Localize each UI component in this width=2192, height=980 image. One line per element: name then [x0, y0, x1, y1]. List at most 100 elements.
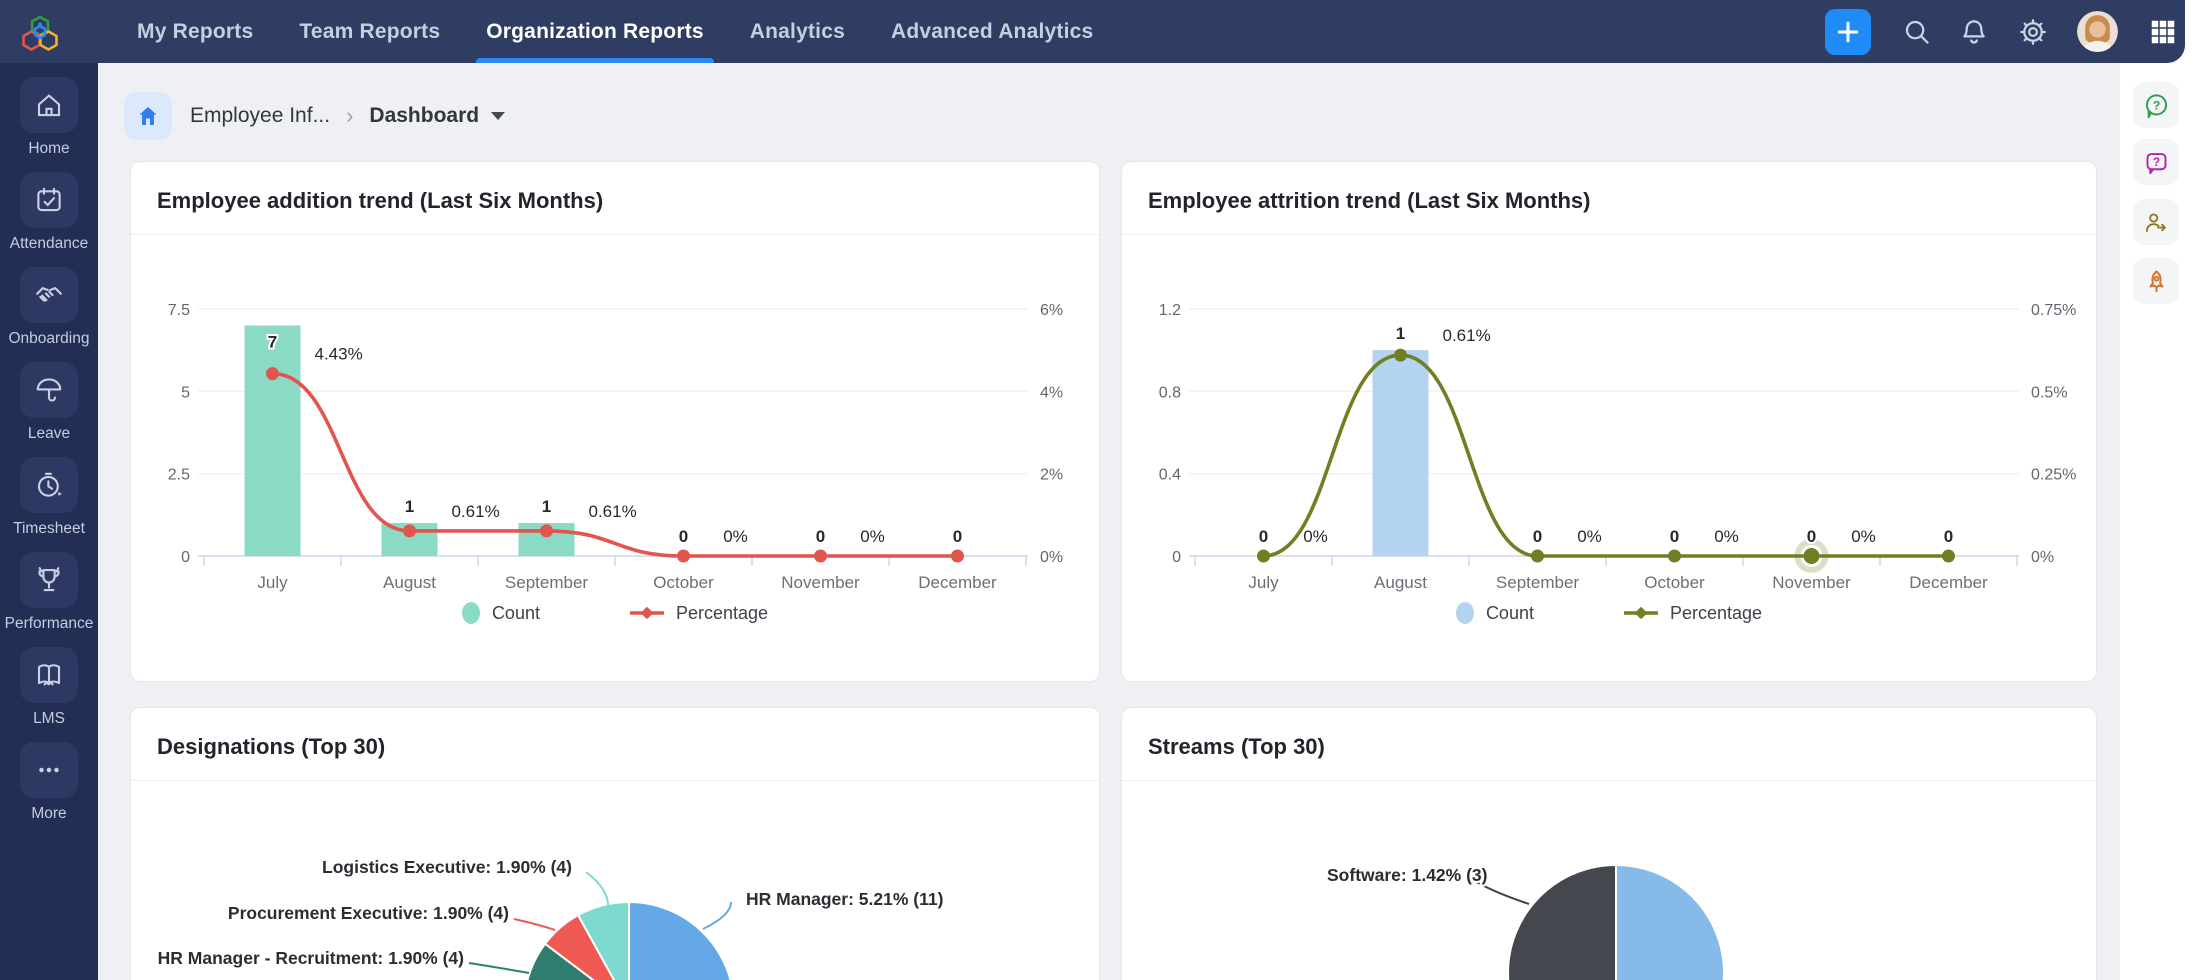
svg-text:4.43%: 4.43% — [315, 345, 363, 364]
app-window: ?? My Reports Team Reports Organization Re… — [0, 0, 2192, 980]
streams-pie-chart: Software: 1.42% (3) — [1137, 788, 2077, 980]
nav-tab-my-reports[interactable]: My Reports — [137, 0, 253, 63]
breadcrumb-module[interactable]: Employee Inf... — [190, 104, 330, 128]
svg-text:0%: 0% — [1851, 527, 1876, 546]
sidebar-tile-lms[interactable] — [20, 647, 78, 703]
sidebar-tile-home[interactable] — [20, 77, 78, 133]
svg-text:August: August — [1374, 573, 1427, 592]
svg-text:0%: 0% — [860, 527, 885, 546]
legend-label: Count — [1486, 603, 1534, 624]
sidebar-label: Home — [28, 140, 69, 158]
help-chat-question-icon: ? — [2143, 92, 2170, 119]
sidebar-item-lms: LMS — [0, 647, 98, 728]
svg-text:0%: 0% — [2031, 549, 2054, 566]
svg-text:0.61%: 0.61% — [452, 502, 500, 521]
legend-item-percentage[interactable]: Percentage — [1624, 602, 1762, 624]
sidebar-tile-onboarding[interactable] — [20, 267, 78, 323]
breadcrumb: Employee Inf... › Dashboard — [124, 92, 505, 140]
svg-text:0: 0 — [1944, 527, 1953, 546]
add-button[interactable] — [1825, 9, 1871, 55]
faq-bubble-question-icon: ? — [2143, 149, 2170, 176]
sidebar-item-home: Home — [0, 77, 98, 158]
legend-line-diamond-icon — [630, 605, 664, 621]
legend-item-count[interactable]: Count — [462, 602, 540, 624]
svg-text:November: November — [781, 573, 860, 592]
svg-text:?: ? — [2152, 154, 2159, 168]
legend-item-count[interactable]: Count — [1456, 602, 1534, 624]
nav-tab-analytics[interactable]: Analytics — [750, 0, 845, 63]
svg-text:July: July — [1248, 573, 1279, 592]
addition-trend-card: Employee addition trend (Last Six Months… — [130, 161, 1100, 682]
onboarding-handshake-icon — [34, 280, 64, 310]
nav-tab-advanced-analytics[interactable]: Advanced Analytics — [891, 0, 1093, 63]
svg-text:0%: 0% — [1714, 527, 1739, 546]
svg-text:0.25%: 0.25% — [2031, 467, 2076, 484]
sidebar-tile-more[interactable] — [20, 742, 78, 798]
svg-text:0%: 0% — [1040, 549, 1063, 566]
legend-label: Count — [492, 603, 540, 624]
legend-swatch-icon — [1456, 602, 1474, 624]
svg-text:HR Manager: 5.21% (11): HR Manager: 5.21% (11) — [746, 889, 943, 909]
user-share-icon — [2143, 209, 2170, 236]
sidebar-item-leave: Leave — [0, 362, 98, 443]
svg-text:0%: 0% — [723, 527, 748, 546]
sidebar-tile-performance[interactable] — [20, 552, 78, 608]
user-avatar[interactable] — [2077, 11, 2118, 52]
svg-text:Procurement Executive: 1.90% (: Procurement Executive: 1.90% (4) — [228, 903, 509, 923]
attrition-trend-card: Employee attrition trend (Last Six Month… — [1121, 161, 2097, 682]
nav-tab-team-reports[interactable]: Team Reports — [299, 0, 440, 63]
legend-item-percentage[interactable]: Percentage — [630, 602, 768, 624]
svg-text:November: November — [1772, 573, 1851, 592]
search-icon[interactable] — [1902, 0, 1932, 63]
lms-book-icon — [34, 660, 64, 690]
faq-bubble-question-icon[interactable]: ? — [2133, 139, 2179, 185]
svg-text:1: 1 — [405, 497, 414, 516]
svg-text:September: September — [505, 573, 588, 592]
svg-text:September: September — [1496, 573, 1579, 592]
sidebar-tile-attendance[interactable] — [20, 172, 78, 228]
legend-line-diamond-icon — [1624, 605, 1658, 621]
svg-text:0: 0 — [1259, 527, 1268, 546]
sidebar-label: Leave — [28, 425, 70, 443]
svg-text:0.4: 0.4 — [1159, 467, 1181, 484]
chart-legend: Count Percentage — [131, 602, 1099, 624]
breadcrumb-page[interactable]: Dashboard — [369, 104, 479, 128]
svg-text:0: 0 — [816, 527, 825, 546]
nav-tabs: My Reports Team Reports Organization Repor… — [137, 0, 1093, 63]
svg-text:0.61%: 0.61% — [1443, 326, 1491, 345]
svg-text:July: July — [257, 573, 288, 592]
svg-text:October: October — [1644, 573, 1705, 592]
chevron-down-icon[interactable] — [491, 112, 505, 120]
addition-trend-chart: 7.56%54%2.52%00%JulyAugustSeptemberOctob… — [146, 284, 1086, 629]
sidebar-item-onboarding: Onboarding — [0, 267, 98, 348]
help-rail: ?? — [2120, 0, 2192, 980]
svg-text:0.5%: 0.5% — [2031, 384, 2067, 401]
notifications-bell-icon[interactable] — [1959, 0, 1989, 63]
nav-tab-organization-reports[interactable]: Organization Reports — [486, 0, 704, 63]
sidebar-tile-timesheet[interactable] — [20, 457, 78, 513]
svg-text:December: December — [1909, 573, 1988, 592]
svg-text:0: 0 — [1670, 527, 1679, 546]
sidebar-item-more: More — [0, 742, 98, 823]
svg-text:0: 0 — [953, 527, 962, 546]
svg-text:1.2: 1.2 — [1159, 302, 1181, 319]
chart-title: Designations (Top 30) — [131, 708, 1099, 780]
apps-grid-icon[interactable] — [2148, 0, 2178, 63]
svg-text:Logistics Executive: 1.90% (4): Logistics Executive: 1.90% (4) — [322, 857, 572, 877]
svg-text:1: 1 — [542, 497, 551, 516]
people-logo-icon[interactable] — [18, 10, 62, 54]
module-sidebar: HomeAttendanceOnboardingLeaveTimesheetPe… — [0, 63, 98, 980]
chart-title: Employee attrition trend (Last Six Month… — [1122, 162, 2096, 234]
timesheet-clock-icon — [34, 470, 64, 500]
svg-text:December: December — [918, 573, 997, 592]
more-dots-icon — [34, 755, 64, 785]
help-chat-question-icon[interactable]: ? — [2133, 82, 2179, 128]
sidebar-tile-leave[interactable] — [20, 362, 78, 418]
home-icon[interactable] — [124, 92, 172, 140]
whats-new-rocket-icon[interactable] — [2133, 258, 2179, 304]
user-share-icon[interactable] — [2133, 199, 2179, 245]
svg-text:0%: 0% — [1303, 527, 1328, 546]
settings-gear-icon[interactable] — [2018, 0, 2048, 63]
attendance-calendar-icon — [34, 185, 64, 215]
svg-text:?: ? — [2152, 98, 2160, 112]
